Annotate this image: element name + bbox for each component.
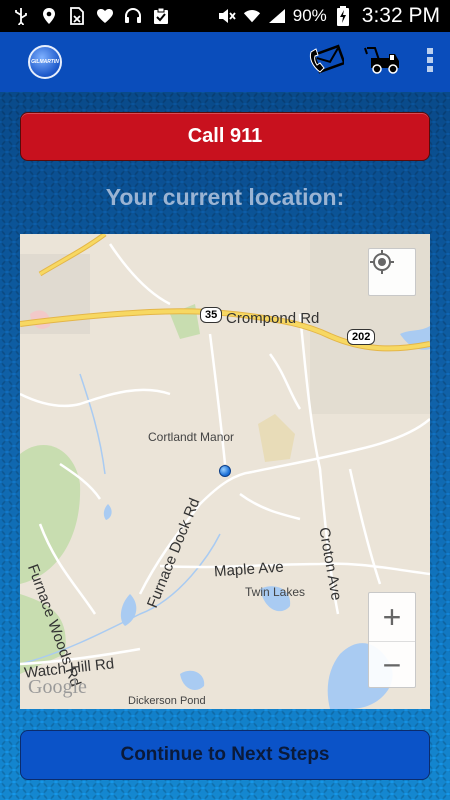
stream [79, 373, 106, 475]
location-map[interactable]: 35 Crompond Rd 202 Cortlandt Manor Furna… [20, 234, 430, 709]
location-pin-icon [40, 7, 58, 25]
headphones-icon [124, 7, 142, 25]
my-location-button[interactable] [368, 248, 416, 296]
zoom-in-button[interactable]: + [369, 593, 415, 641]
signal-icon [268, 7, 286, 25]
google-logo: Google [28, 676, 87, 698]
current-location-marker [219, 465, 231, 477]
water-body [120, 594, 137, 626]
call-911-button[interactable]: Call 911 [20, 112, 430, 161]
route-202-shield: 202 [347, 329, 376, 345]
park-area [20, 445, 81, 584]
crompond-rd-label: Crompond Rd [226, 310, 320, 327]
overflow-menu-button[interactable] [410, 32, 450, 92]
iheart-icon [96, 7, 114, 25]
dickerson-pond-label: Dickerson Pond [128, 695, 206, 707]
mute-icon [218, 7, 236, 25]
route-35-shield: 35 [200, 307, 223, 323]
status-bar: 90% 3:32 PM [0, 0, 450, 32]
water-body [103, 504, 112, 520]
clipboard-check-icon [152, 7, 170, 25]
battery-percent: 90% [292, 6, 327, 25]
phone-envelope-icon [308, 43, 346, 81]
cortlandt-manor-label: Cortlandt Manor [148, 430, 235, 444]
zoom-out-button[interactable]: − [369, 641, 415, 689]
wifi-icon [243, 7, 261, 25]
twin-lakes-label: Twin Lakes [245, 585, 306, 599]
campus-area [258, 414, 295, 462]
app-logo[interactable]: GILMARTIN [28, 45, 62, 79]
no-sim-icon [68, 7, 86, 25]
battery-charging-icon [334, 6, 352, 26]
content-area: Call 911 Your current location: 35 Cromp… [0, 92, 450, 800]
overflow-menu-icon [426, 47, 434, 78]
tow-truck-button[interactable] [354, 32, 410, 92]
clock: 3:32 PM [361, 4, 440, 27]
continue-next-steps-button[interactable]: Continue to Next Steps [20, 730, 430, 780]
water-body [180, 670, 205, 690]
app-bar: GILMARTIN [0, 32, 450, 92]
usb-icon [12, 7, 30, 25]
tow-truck-icon [363, 44, 401, 81]
contact-button[interactable] [298, 32, 354, 92]
current-location-label: Your current location: [105, 184, 345, 210]
zoom-controls: + − [368, 592, 416, 688]
